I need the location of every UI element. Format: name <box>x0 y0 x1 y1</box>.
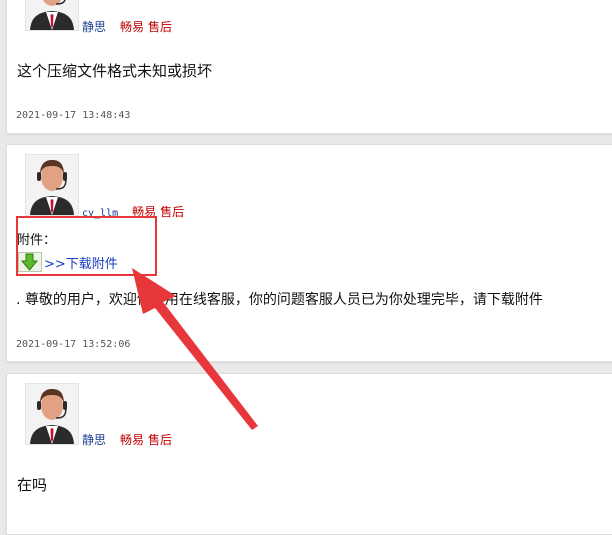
username[interactable]: cy_llm <box>82 208 118 219</box>
user-line: cy_llm 畅易 售后 <box>82 203 184 220</box>
team-tag: 畅易 <box>120 20 145 34</box>
team-tag: 畅易 <box>120 433 145 447</box>
role-tag: 售后 <box>148 433 173 447</box>
username[interactable]: 静思 <box>82 20 106 34</box>
download-arrow-icon[interactable] <box>18 252 42 272</box>
attachment-label: 附件： <box>17 233 57 248</box>
timestamp: 2021-09-17 13:52:06 <box>16 339 131 350</box>
role-tag: 售后 <box>160 205 185 219</box>
message-text: 这个压缩文件格式未知或损坏 <box>17 62 213 80</box>
timestamp: 2021-09-17 13:48:43 <box>16 110 131 121</box>
support-agent-avatar-icon <box>25 0 79 31</box>
team-tag: 畅易 <box>132 205 157 219</box>
support-agent-avatar-icon <box>25 383 79 445</box>
reply-card: 静思 畅易 售后 这个压缩文件格式未知或损坏 2021-09-17 13:48:43 <box>6 0 612 134</box>
attachment-row: >>下载附件 <box>18 252 118 272</box>
download-attachment-link[interactable]: >>下载附件 <box>44 253 118 272</box>
message-text: . 尊敬的用户，欢迎你使用在线客服，你的问题客服人员已为你处理完毕，请下载附件 <box>16 292 543 308</box>
support-agent-avatar-icon <box>25 154 79 216</box>
role-tag: 售后 <box>148 20 173 34</box>
message-text: 在吗 <box>17 476 48 494</box>
username[interactable]: 静思 <box>82 433 106 447</box>
reply-card: 静思 畅易 售后 在吗 <box>6 373 612 535</box>
user-line: 静思 畅易 售后 <box>82 431 172 448</box>
user-line: 静思 畅易 售后 <box>82 18 172 35</box>
reply-card: cy_llm 畅易 售后 附件： >>下载附件 . 尊敬的用户，欢迎你使用在线客服，… <box>6 144 612 362</box>
